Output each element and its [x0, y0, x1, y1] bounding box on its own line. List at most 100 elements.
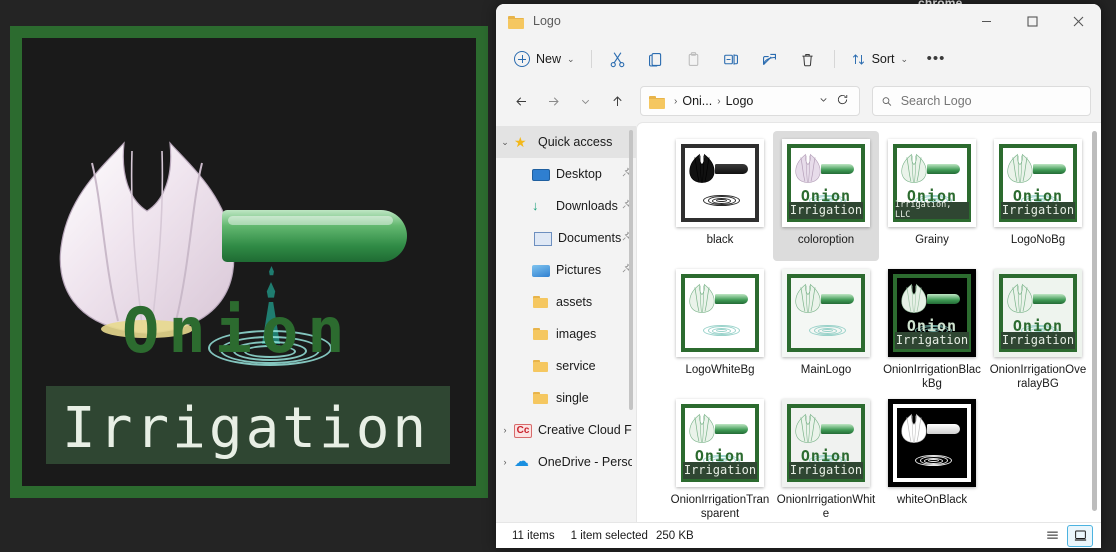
- file-thumbnail: Onion Irrigation, LLC: [884, 135, 980, 231]
- sidebar-item-label: Creative Cloud F: [538, 423, 632, 437]
- sidebar-item-service[interactable]: service: [496, 350, 636, 382]
- file-thumbnail: Onion Irrigation: [884, 265, 980, 361]
- search-input[interactable]: [900, 94, 1082, 108]
- file-thumbnail: [884, 395, 980, 491]
- search-box[interactable]: [872, 86, 1091, 116]
- file-name-label: black: [706, 234, 734, 246]
- sidebar-item-pictures[interactable]: Pictures: [496, 254, 636, 286]
- recent-locations-button[interactable]: [570, 86, 600, 116]
- back-button[interactable]: [506, 86, 536, 116]
- file-thumbnail: Onion Irrigation: [990, 265, 1086, 361]
- breadcrumb-item-1[interactable]: Logo: [723, 94, 757, 108]
- refresh-icon[interactable]: [834, 93, 853, 109]
- ripple-group: [888, 399, 976, 487]
- title-bar: Logo: [496, 4, 1101, 38]
- more-options-button[interactable]: •••: [918, 43, 954, 75]
- paste-button[interactable]: [676, 43, 712, 75]
- file-list-scrollbar[interactable]: [1092, 131, 1097, 511]
- sidebar-item-quick-access[interactable]: ⌄ ★ Quick access: [496, 126, 636, 158]
- chevron-icon[interactable]: ›: [496, 457, 514, 467]
- file-name-label: OnionIrrigationWhite: [776, 494, 876, 520]
- preview-canvas: Onion Irrigation: [22, 38, 476, 486]
- copy-button[interactable]: [638, 43, 674, 75]
- navigation-scrollbar[interactable]: [629, 130, 633, 410]
- sidebar-item-images[interactable]: images: [496, 318, 636, 350]
- pipe-highlight: [228, 216, 393, 225]
- chevron-icon[interactable]: ›: [496, 425, 514, 435]
- file-list-pane[interactable]: black Onion Irrigation coloroption Onion Irri…: [636, 122, 1101, 522]
- sidebar-item-label: single: [556, 391, 589, 405]
- thumb-irrigation-band: Irrigation: [1001, 331, 1075, 350]
- chevron-icon[interactable]: ⌄: [496, 137, 514, 148]
- file-thumbnail: Onion Irrigation: [672, 395, 768, 491]
- file-grid: black Onion Irrigation coloroption Onion Irri…: [637, 123, 1101, 521]
- preview-irrigation-wordmark: Irrigation: [62, 396, 430, 461]
- file-item[interactable]: Onion Irrigation OnionIrrigationTransparen…: [667, 391, 773, 521]
- sidebar-item-assets[interactable]: assets: [496, 286, 636, 318]
- sidebar-item-label: images: [556, 327, 597, 341]
- sidebar-item-single[interactable]: single: [496, 382, 636, 414]
- window-controls: [963, 4, 1101, 38]
- file-item[interactable]: Onion Irrigation LogoNoBg: [985, 131, 1091, 261]
- command-toolbar: New ⌄ Sort ⌄ •••: [496, 38, 1101, 80]
- file-item[interactable]: MainLogo: [773, 261, 879, 391]
- minimize-button[interactable]: [963, 4, 1009, 38]
- new-button[interactable]: New ⌄: [506, 44, 583, 74]
- file-thumbnail: Onion Irrigation: [778, 135, 874, 231]
- file-item[interactable]: whiteOnBlack: [879, 391, 985, 521]
- breadcrumb-dropdown-icon[interactable]: [813, 94, 834, 108]
- file-item[interactable]: Onion Irrigation OnionIrrigationOveralayBG: [985, 261, 1091, 391]
- share-button[interactable]: [752, 43, 788, 75]
- new-button-label: New: [536, 52, 562, 66]
- file-name-label: OnionIrrigationOveralayBG: [989, 364, 1087, 390]
- sidebar-item-creative-cloud-f[interactable]: › Cc Creative Cloud F: [496, 414, 636, 446]
- sidebar-item-label: OneDrive - Perso: [538, 455, 632, 469]
- up-button[interactable]: [602, 86, 632, 116]
- selection-count-label: 1 item selected: [570, 529, 648, 542]
- thumbnail-image: Onion Irrigation: [782, 139, 870, 227]
- file-item[interactable]: LogoWhiteBg: [667, 261, 773, 391]
- breadcrumb-item-0[interactable]: Oni...: [679, 94, 715, 108]
- logo-thumbnail: [676, 139, 764, 227]
- sidebar-item-documents[interactable]: Documents: [496, 222, 636, 254]
- thumbnail-image: Onion Irrigation: [782, 399, 870, 487]
- thumbnail-image: Onion Irrigation: [888, 269, 976, 357]
- folder-icon: [649, 95, 665, 109]
- sort-button[interactable]: Sort ⌄: [843, 44, 916, 74]
- desktop-icon: [532, 169, 550, 181]
- large-icons-view-button[interactable]: [1067, 524, 1093, 547]
- thumbnail-image: [676, 139, 764, 227]
- file-item[interactable]: Onion Irrigation, LLC Grainy: [879, 131, 985, 261]
- file-item[interactable]: Onion Irrigation coloroption: [773, 131, 879, 261]
- forward-button[interactable]: [538, 86, 568, 116]
- delete-button[interactable]: [790, 43, 826, 75]
- close-button[interactable]: [1055, 4, 1101, 38]
- thumb-irrigation-band: Irrigation: [789, 461, 863, 480]
- chevron-down-icon: ⌄: [567, 53, 575, 64]
- sidebar-item-desktop[interactable]: Desktop: [496, 158, 636, 190]
- star-icon: ★: [514, 134, 527, 150]
- sidebar-item-onedrive-perso[interactable]: › ☁ OneDrive - Perso: [496, 446, 636, 478]
- sidebar-item-label: assets: [556, 295, 593, 309]
- explorer-body: ⌄ ★ Quick access Desktop ↓ Downloads Documents…: [496, 122, 1101, 522]
- sidebar-item-label: service: [556, 359, 596, 373]
- rename-button[interactable]: [714, 43, 750, 75]
- cut-button[interactable]: [600, 43, 636, 75]
- details-view-button[interactable]: [1039, 525, 1065, 547]
- file-item[interactable]: black: [667, 131, 773, 261]
- maximize-button[interactable]: [1009, 4, 1055, 38]
- file-item[interactable]: Onion Irrigation OnionIrrigationBlackBg: [879, 261, 985, 391]
- folder-icon: [532, 294, 550, 310]
- breadcrumb-bar[interactable]: › Oni... › Logo: [640, 86, 860, 116]
- thumb-irrigation-band: Irrigation: [1001, 201, 1075, 220]
- logo-thumbnail: Onion Irrigation: [994, 269, 1082, 357]
- file-item[interactable]: Onion Irrigation OnionIrrigationWhite: [773, 391, 879, 521]
- plus-circle-icon: [514, 51, 530, 67]
- water-droplet-small: [269, 266, 274, 276]
- file-name-label: Grainy: [915, 234, 949, 246]
- thumbnail-image: [676, 269, 764, 357]
- file-name-label: LogoNoBg: [1010, 234, 1066, 246]
- sidebar-item-downloads[interactable]: ↓ Downloads: [496, 190, 636, 222]
- logo-thumbnail: Onion Irrigation: [676, 399, 764, 487]
- logo-thumbnail: Onion Irrigation: [888, 269, 976, 357]
